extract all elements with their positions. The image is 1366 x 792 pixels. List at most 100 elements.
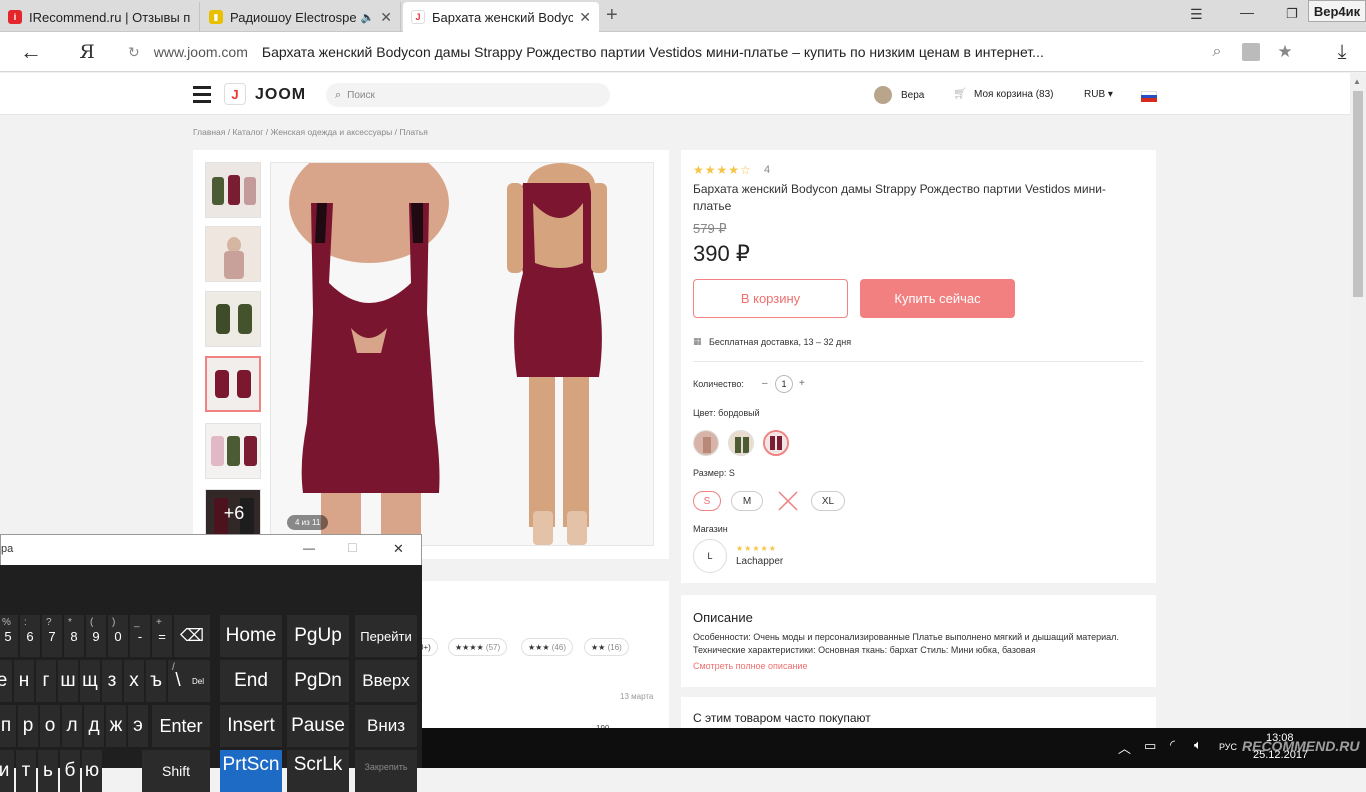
key-row1-1[interactable]: :6 [20, 615, 40, 657]
store-avatar[interactable]: L [693, 539, 727, 573]
key-row2-7[interactable]: ъ [146, 660, 166, 702]
main-product-image[interactable]: 4 из 11 [270, 162, 654, 546]
review-filter-4-stars[interactable]: ★★★★ (57) [448, 638, 508, 656]
speaker-icon[interactable]: 🔈 [361, 11, 375, 24]
key-row2-6[interactable]: х [124, 660, 144, 702]
key-row2-3[interactable]: ш [58, 660, 78, 702]
color-swatch-green[interactable] [728, 430, 754, 456]
key-row3-5[interactable]: ж [106, 705, 126, 747]
review-filter-2-stars[interactable]: ★★ (16) [584, 638, 629, 656]
key-row3-1[interactable]: р [18, 705, 38, 747]
key-row3-2[interactable]: о [40, 705, 60, 747]
thumbnail-1[interactable] [205, 162, 261, 218]
chevron-up-icon[interactable]: ︿ [1118, 738, 1131, 757]
key-insert[interactable]: Insert [220, 705, 282, 747]
tab-joom-active[interactable]: J Бархата женский Bodyco ✕ [403, 2, 599, 32]
buy-now-button[interactable]: Купить сейчас [860, 279, 1015, 318]
key-del[interactable]: Del [186, 660, 210, 702]
thumbnail-3[interactable] [205, 291, 261, 347]
breadcrumb-dresses[interactable]: Платья [399, 127, 428, 137]
key-row2-2[interactable]: г [36, 660, 56, 702]
currency-select[interactable]: RUB ▾ [1084, 89, 1113, 100]
thumbnail-2[interactable] [205, 226, 261, 282]
key-row3-3[interactable]: л [62, 705, 82, 747]
key-row4-3[interactable]: б [60, 750, 80, 792]
quantity-minus-button[interactable]: – [762, 378, 768, 389]
key-row1-5[interactable]: ) 0 [108, 615, 128, 657]
search-box[interactable]: ⌕ Поиск [326, 83, 610, 107]
maximize-button[interactable]: ☐ [347, 541, 358, 555]
key-go[interactable]: Перейти [355, 615, 417, 657]
russia-flag-icon[interactable] [1141, 91, 1157, 102]
joom-logo-icon[interactable]: J [224, 83, 246, 105]
site-logo[interactable]: JOOM [255, 86, 306, 104]
url-field[interactable]: ↻ www.joom.com Бархата женский Bodycon д… [122, 37, 1312, 67]
key-row2-0[interactable]: е [0, 660, 12, 702]
color-swatch-pink[interactable] [693, 430, 719, 456]
thumbnail-4-selected[interactable] [205, 356, 261, 412]
new-tab-button[interactable]: + [606, 4, 618, 27]
minimize-button[interactable]: — [303, 541, 315, 555]
close-button[interactable]: ✕ [393, 541, 404, 557]
key-row2-4[interactable]: щ [80, 660, 100, 702]
key-row3-4[interactable]: д [84, 705, 104, 747]
quantity-value[interactable]: 1 [775, 375, 793, 393]
volume-icon[interactable]: 🔈︎ [1194, 737, 1202, 753]
menu-icon[interactable]: ☰ [1190, 6, 1203, 23]
battery-icon[interactable]: ▭ [1144, 738, 1156, 754]
key-row4-2[interactable]: ь [38, 750, 58, 792]
key-row1-7[interactable]: + = [152, 615, 172, 657]
restore-button[interactable]: ❐ [1286, 6, 1298, 22]
key-row4-0[interactable]: и [0, 750, 14, 792]
key-prtscn[interactable]: PrtScn [220, 750, 282, 792]
key-row1-4[interactable]: (9 [86, 615, 106, 657]
size-m[interactable]: M [731, 491, 763, 511]
key-row3-0[interactable]: п [0, 705, 16, 747]
breadcrumb-home[interactable]: Главная [193, 127, 225, 137]
key-row1-3[interactable]: * 8 [64, 615, 84, 657]
cart-link[interactable]: Моя корзина (83) [974, 89, 1054, 100]
search-icon[interactable]: ⌕ [1206, 32, 1228, 72]
thumbnail-5[interactable] [205, 423, 261, 479]
key-row4-4[interactable]: ю [82, 750, 102, 792]
store-name[interactable]: Lachapper [736, 556, 783, 567]
breadcrumb-catalog[interactable]: Каталог [232, 127, 263, 137]
close-icon[interactable]: ✕ [374, 9, 392, 26]
key-row1-2[interactable]: ? 7 [42, 615, 62, 657]
key-scrlk[interactable]: ScrLk [287, 750, 349, 792]
key-down[interactable]: Вниз [355, 705, 417, 747]
add-to-cart-button[interactable]: В корзину [693, 279, 848, 318]
reload-icon[interactable]: ↻ [128, 44, 140, 61]
back-arrow-icon[interactable]: ← [14, 32, 48, 72]
scrollbar-thumb[interactable] [1353, 91, 1363, 297]
hamburger-menu-icon[interactable] [193, 86, 211, 103]
tab-irecommend[interactable]: i IRecommend.ru | Отзывы по [0, 2, 200, 32]
key-row4-1[interactable]: т [16, 750, 36, 792]
key-up[interactable]: Вверх [355, 660, 417, 702]
tab-radioshow[interactable]: ▮ Радиошоу Electrospe 🔈 ✕ [201, 2, 401, 32]
bookmark-star-icon[interactable]: ★ [1274, 32, 1296, 72]
yandex-icon[interactable]: Я [72, 32, 102, 72]
key-pgdn[interactable]: PgDn [287, 660, 349, 702]
key-enter[interactable]: Enter [152, 705, 210, 747]
key-pgup[interactable]: PgUp [287, 615, 349, 657]
review-filter-3-stars[interactable]: ★★★ (46) [521, 638, 573, 656]
key-pause[interactable]: Pause [287, 705, 349, 747]
key-backspace[interactable]: ⌫ [174, 615, 210, 657]
color-swatch-burgundy-selected[interactable] [763, 430, 789, 456]
minimize-button[interactable]: — [1240, 4, 1254, 20]
quantity-plus-button[interactable]: + [799, 378, 805, 389]
language-indicator[interactable]: РУС [1219, 742, 1237, 752]
key-row2-8[interactable]: / \ [168, 660, 188, 702]
thumbnail-more[interactable]: +6 [205, 489, 261, 535]
key-row1-0[interactable]: % 5 [0, 615, 18, 657]
full-description-link[interactable]: Смотреть полное описание [693, 661, 807, 671]
download-icon[interactable]: ⤓ [1330, 32, 1354, 72]
cart-icon[interactable]: 🛒︎ [953, 87, 967, 100]
close-icon[interactable]: ✕ [573, 9, 591, 26]
key-row2-5[interactable]: з [102, 660, 122, 702]
key-pin[interactable]: Закрепить [355, 750, 417, 792]
size-s-selected[interactable]: S [693, 491, 721, 511]
breadcrumb-category[interactable]: Женская одежда и аксессуары [270, 127, 392, 137]
lock-icon[interactable] [1240, 32, 1262, 72]
